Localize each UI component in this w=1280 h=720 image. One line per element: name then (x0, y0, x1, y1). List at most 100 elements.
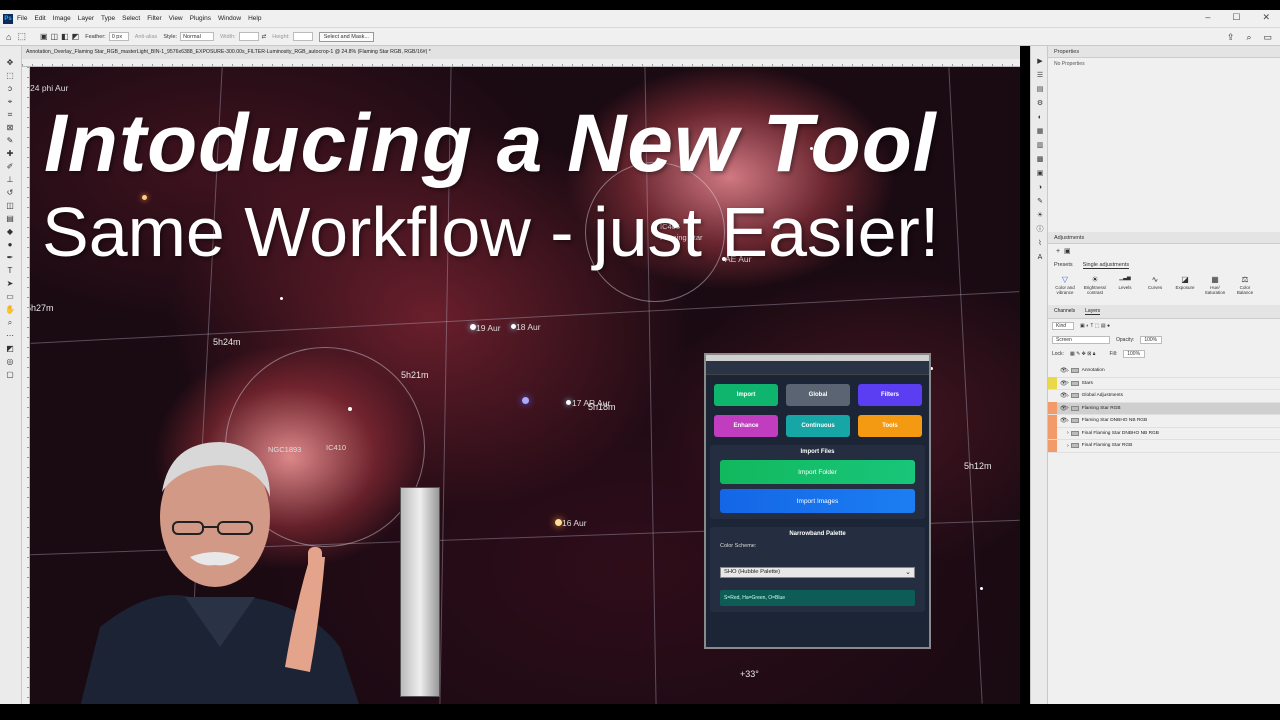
expand-chevron-icon[interactable]: › (1067, 405, 1069, 411)
layer-row[interactable]: 👁︎ › Stars (1048, 377, 1280, 390)
stamp-icon[interactable]: ⊥ (5, 175, 15, 184)
layer-row[interactable]: 👁︎ › Global Adjustments (1048, 389, 1280, 403)
dodge-icon[interactable]: ● (5, 240, 15, 249)
adj-exposure[interactable]: ◪ Exposure (1172, 275, 1198, 295)
lock-icons[interactable]: ▦ ✎ ✥ ⊠ 🔒︎ (1070, 351, 1096, 357)
expand-chevron-icon[interactable]: › (1067, 418, 1069, 424)
menu-layer[interactable]: Layer (78, 15, 94, 22)
filters-button[interactable]: Filters (858, 384, 922, 406)
antialias-checkbox[interactable]: Anti-alias (135, 34, 158, 40)
screen-mode-icon[interactable]: ▢ (5, 370, 15, 379)
width-input[interactable] (238, 32, 259, 41)
actions-icon[interactable]: ▤ (1036, 86, 1044, 94)
swatches-icon[interactable]: ▦ (1036, 128, 1044, 136)
brush-icon[interactable]: ✐ (5, 162, 15, 171)
hand-icon[interactable]: ✋ (5, 305, 15, 314)
properties-panel-title[interactable]: Properties (1048, 46, 1280, 58)
adj-color-balance[interactable]: ⚖ Color Balance (1232, 275, 1258, 295)
layer-mask-icon[interactable]: ▣ (1064, 248, 1071, 255)
menu-help[interactable]: Help (248, 15, 261, 22)
adj-hue-saturation[interactable]: ▦ Hue/ Saturation (1202, 275, 1228, 295)
lasso-icon[interactable]: ↄ (5, 84, 15, 93)
pen-icon[interactable]: ✒ (5, 253, 15, 262)
more-tools-icon[interactable]: ⋯ (5, 331, 15, 340)
search-icon[interactable]: ⌕ (1246, 32, 1251, 43)
height-input[interactable] (292, 32, 313, 41)
menu-edit[interactable]: Edit (34, 15, 45, 22)
zoom-icon[interactable]: ⌕ (5, 318, 15, 327)
subtract-selection-icon[interactable]: ◧ (61, 32, 69, 41)
expand-chevron-icon[interactable]: › (1067, 380, 1069, 386)
play-icon[interactable]: ▶ (1036, 58, 1044, 66)
properties-icon[interactable]: ⚙ (1036, 100, 1044, 108)
new-selection-icon[interactable]: ▣ (40, 32, 48, 41)
eyedropper-icon[interactable]: ✎ (5, 136, 15, 145)
marquee-icon[interactable]: ⬚ (5, 71, 15, 80)
character-icon[interactable]: A (1036, 254, 1044, 262)
workspace-icon[interactable]: ▭ (1263, 32, 1272, 43)
history-icon[interactable]: ☰ (1036, 72, 1044, 80)
filter-icons[interactable]: ▣ ◐ T ⬚ ▤ ● (1080, 323, 1110, 329)
tools-button[interactable]: Tools (858, 415, 922, 437)
layer-row[interactable]: › Final Flaming Star DNBHO NB RGB (1048, 427, 1280, 440)
adj-brightness-contrast[interactable]: ☀ Brightness/ contrast (1082, 275, 1108, 295)
minimize-icon[interactable]: – (1205, 12, 1210, 23)
tab-layers[interactable]: Layers (1085, 308, 1101, 315)
intersect-selection-icon[interactable]: ◩ (72, 32, 80, 41)
close-icon[interactable]: ✕ (1262, 12, 1270, 23)
enhance-button[interactable]: Enhance (714, 415, 778, 437)
import-folder-button[interactable]: Import Folder (720, 460, 915, 484)
layer-row[interactable]: 👁︎ › Annotation (1048, 364, 1280, 378)
add-icon[interactable]: + (1056, 248, 1060, 255)
canvas-image[interactable]: 24 phi Aur 19 Aur 18 Aur 17 AR Aur 16 Au… (30, 67, 1020, 704)
continuous-button[interactable]: Continuous (786, 415, 850, 437)
kind-filter-select[interactable]: Kind (1052, 322, 1074, 330)
visibility-eye-icon[interactable]: 👁︎ (1060, 380, 1068, 387)
paths-icon[interactable]: ⌇ (1036, 240, 1044, 248)
marquee-tool-icon[interactable]: ⬚ (17, 31, 26, 42)
adjustments-panel-title[interactable]: Adjustments (1048, 232, 1280, 244)
patterns-icon[interactable]: ▩ (1036, 156, 1044, 164)
shape-icon[interactable]: ▭ (5, 292, 15, 301)
brushes-icon[interactable]: ✎ (1036, 198, 1044, 206)
healing-icon[interactable]: ✚ (5, 149, 15, 158)
history-brush-icon[interactable]: ↺ (5, 188, 15, 197)
blend-mode-select[interactable]: Screen (1052, 336, 1110, 344)
menu-window[interactable]: Window (218, 15, 241, 22)
menu-select[interactable]: Select (122, 15, 140, 22)
visibility-eye-icon[interactable]: 👁︎ (1060, 405, 1068, 412)
select-and-mask-button[interactable]: Select and Mask... (318, 31, 374, 42)
menu-plugins[interactable]: Plugins (190, 15, 211, 22)
tab-channels[interactable]: Channels (1054, 308, 1075, 315)
layer-row-selected[interactable]: 👁︎ › Flaming Star RGB (1048, 402, 1280, 415)
visibility-eye-icon[interactable]: 👁︎ (1060, 417, 1068, 424)
swap-icon[interactable]: ⇄ (262, 34, 267, 40)
layer-row[interactable]: 👁︎ › Flaming Star DNBHO NB RGB (1048, 414, 1280, 428)
object-select-icon[interactable]: ⌖ (5, 97, 15, 106)
adj-color-vibrance[interactable]: ▽ Color and vibrance (1052, 275, 1078, 295)
color-swatches-icon[interactable]: ◩ (5, 344, 15, 353)
style-select[interactable]: Normal (180, 32, 215, 41)
styles-icon[interactable]: ☀ (1036, 212, 1044, 220)
import-images-button[interactable]: Import Images (720, 489, 915, 513)
share-icon[interactable]: ⇪ (1227, 32, 1235, 43)
adj-curves[interactable]: ∿ Curves (1142, 275, 1168, 295)
expand-chevron-icon[interactable]: › (1067, 443, 1069, 449)
adj-levels[interactable]: ▁▃▅ Levels (1112, 275, 1138, 295)
eraser-icon[interactable]: ◫ (5, 201, 15, 210)
menu-filter[interactable]: Filter (147, 15, 161, 22)
gradient-icon[interactable]: ▤ (5, 214, 15, 223)
blur-icon[interactable]: ◆ (5, 227, 15, 236)
gradients-icon[interactable]: ▥ (1036, 142, 1044, 150)
visibility-eye-icon[interactable]: 👁︎ (1060, 367, 1068, 374)
menu-file[interactable]: File (17, 15, 27, 22)
document-tab[interactable]: Annotation_Overlay_Flaming Star_RGB_mast… (22, 46, 1020, 59)
add-selection-icon[interactable]: ◫ (51, 32, 59, 41)
fill-input[interactable]: 100% (1123, 350, 1146, 358)
adjustments-icon[interactable]: ◑ (1036, 184, 1044, 192)
import-button[interactable]: Import (714, 384, 778, 406)
visibility-eye-icon[interactable]: 👁︎ (1060, 392, 1068, 399)
global-button[interactable]: Global (786, 384, 850, 406)
color-icon[interactable]: ◐ (1036, 114, 1044, 122)
expand-chevron-icon[interactable]: › (1067, 430, 1069, 436)
